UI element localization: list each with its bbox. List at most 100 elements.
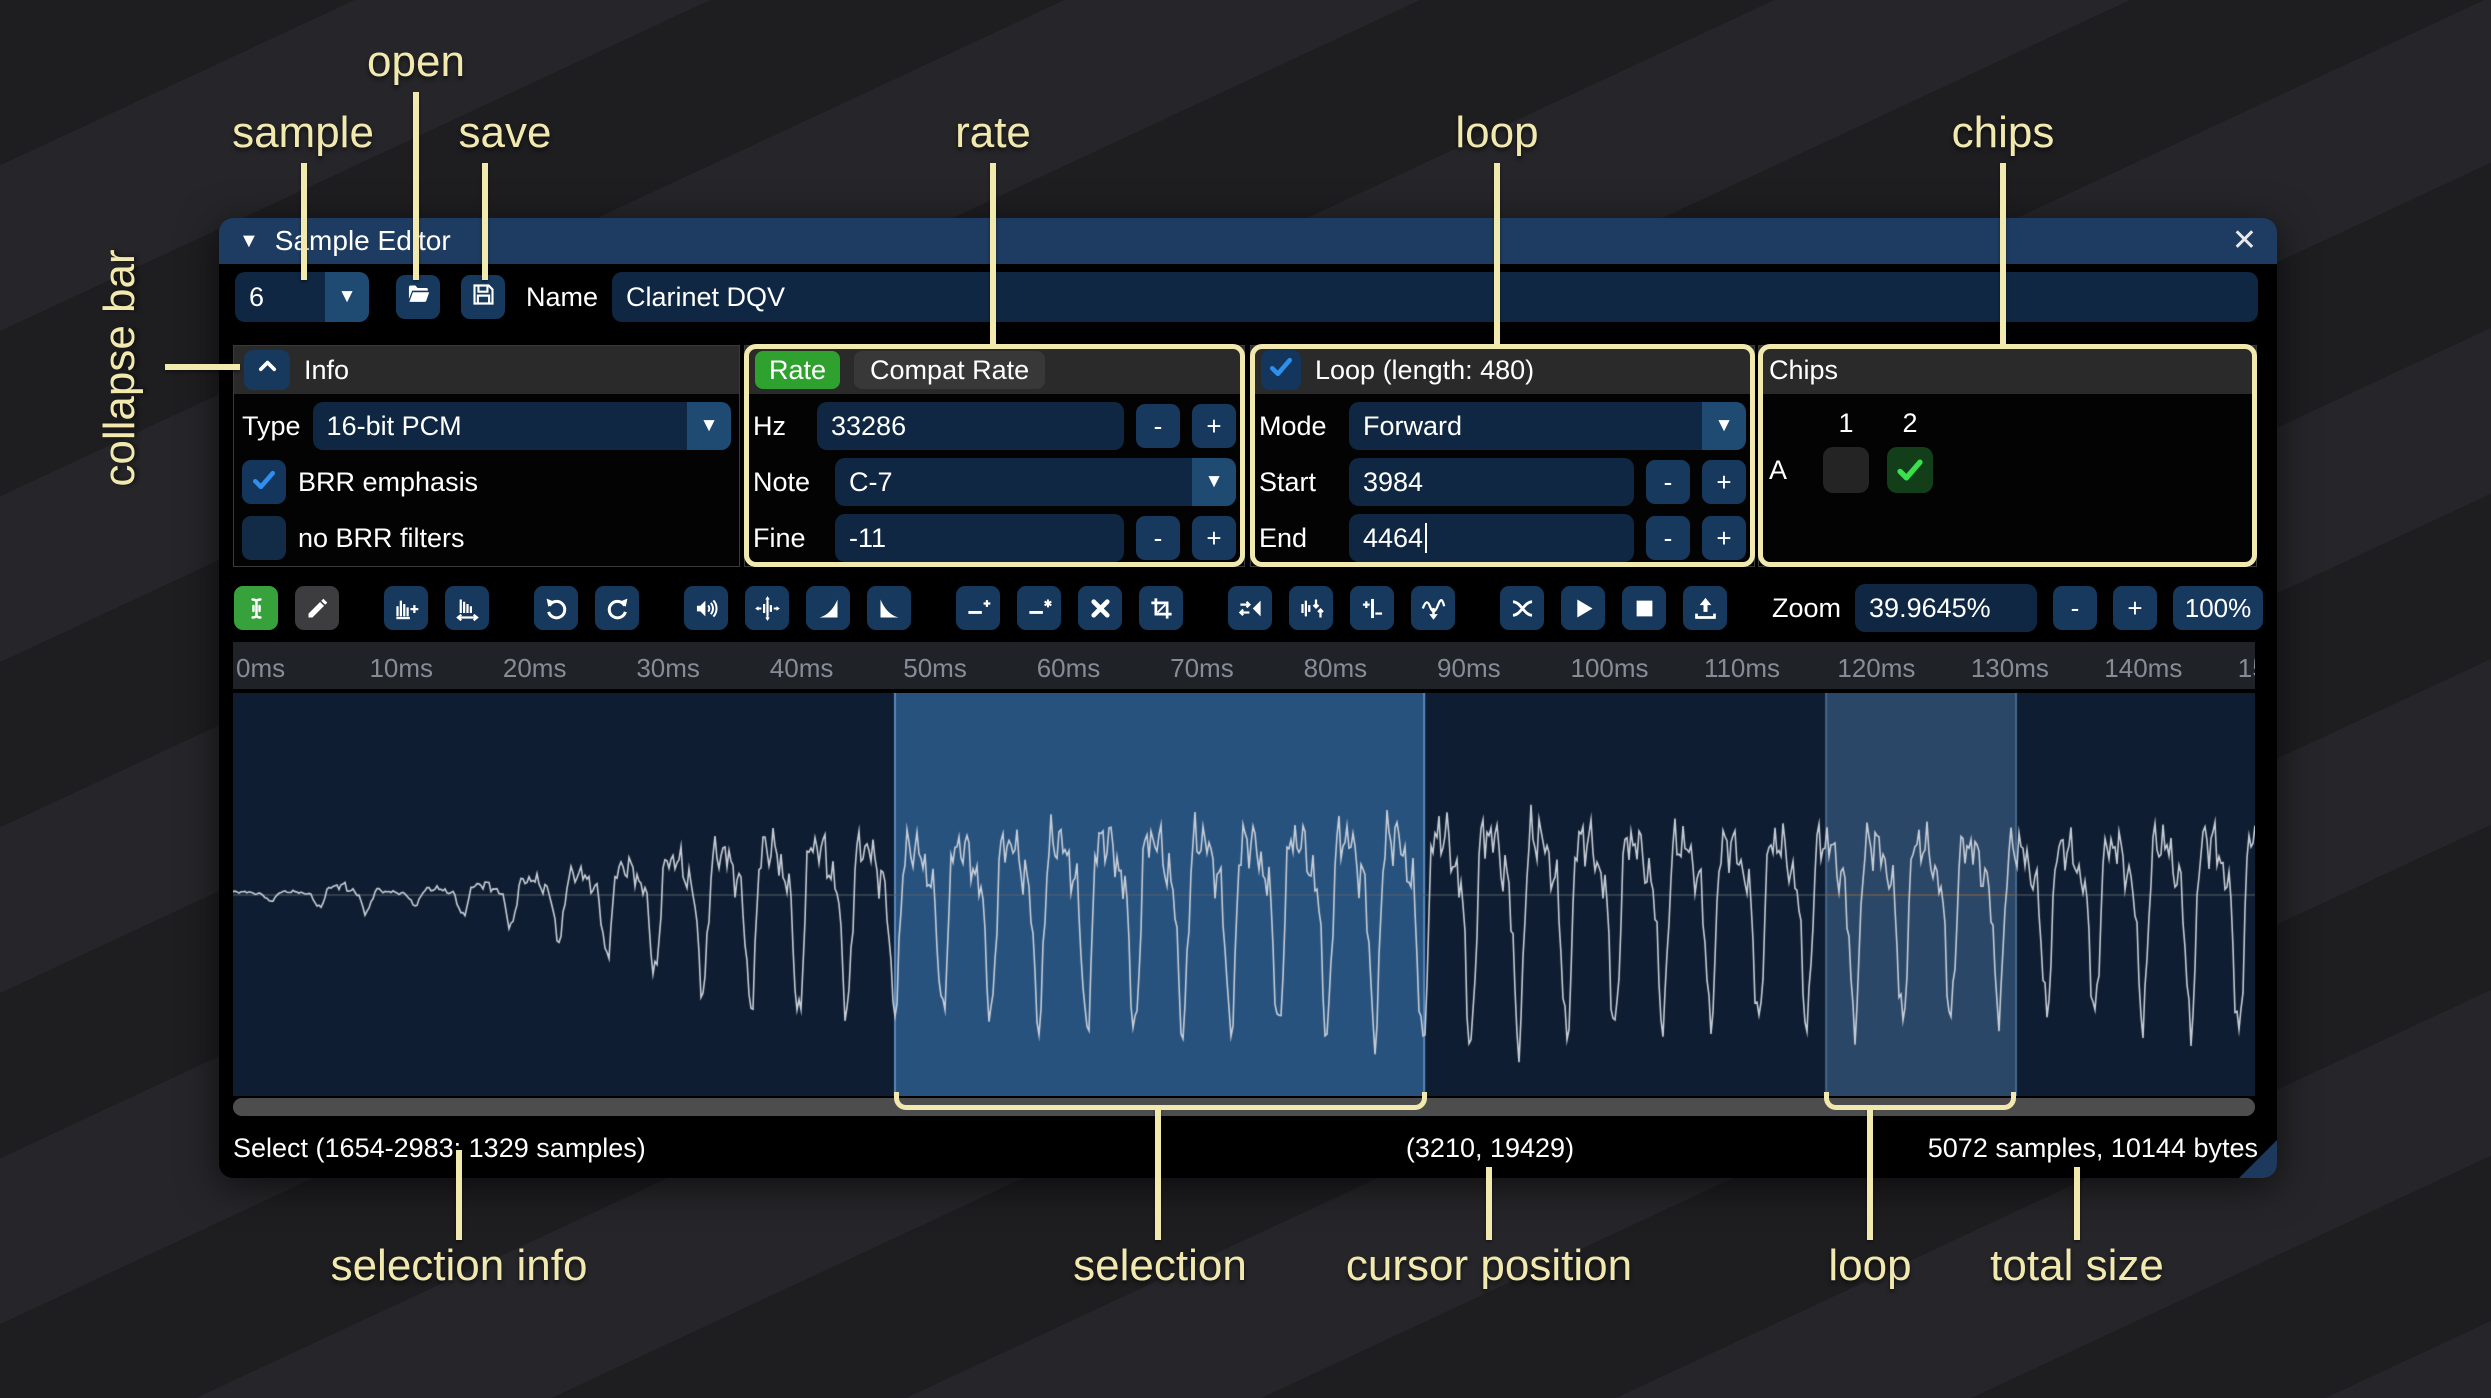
brr-emphasis-checkbox[interactable]: [242, 460, 286, 504]
redo-button[interactable]: [595, 586, 639, 630]
load-to-memory-button[interactable]: [1683, 586, 1727, 630]
annotation-chips: chips: [1951, 108, 2055, 157]
ruler-tick-label: 60ms: [1036, 653, 1101, 683]
hz-plus-button[interactable]: +: [1192, 404, 1236, 448]
ruler-tick-label: 100ms: [1570, 653, 1649, 683]
loop-start-minus-button[interactable]: -: [1646, 460, 1690, 504]
cursor-position-text: (3210, 19429): [1405, 1133, 1575, 1163]
reverse-button[interactable]: [1228, 586, 1272, 630]
no-brr-filters-checkbox[interactable]: [242, 516, 286, 560]
chip-column-label: 2: [1902, 408, 1918, 438]
annotation-line-selection-info: [456, 1150, 462, 1240]
compat-rate-selector[interactable]: Compat Rate: [854, 351, 1046, 389]
annotation-total-size: total size: [1990, 1241, 2164, 1290]
folder-open-icon: [405, 281, 432, 313]
delete-button[interactable]: [1078, 586, 1122, 630]
toolbar-group: [684, 586, 911, 630]
loop-end-input[interactable]: 4464: [1349, 514, 1634, 562]
loop-mode-dropdown[interactable]: Forward ▼: [1349, 402, 1746, 450]
filter-button[interactable]: [1411, 586, 1455, 630]
fine-minus-button[interactable]: -: [1136, 516, 1180, 560]
stop-button[interactable]: [1622, 586, 1666, 630]
note-dropdown[interactable]: C-7 ▼: [835, 458, 1236, 506]
undo-button[interactable]: [534, 586, 578, 630]
loop-start-value: 3984: [1363, 466, 1424, 497]
toolbar-group: [956, 586, 1183, 630]
mode-label: Mode: [1259, 410, 1327, 441]
toolbar: Zoom 39.9645% - + 100%: [234, 584, 2263, 632]
close-icon[interactable]: ✕: [2232, 226, 2257, 256]
annotation-line-open: [413, 92, 419, 280]
trim-icon: [1148, 595, 1175, 622]
hz-input[interactable]: 33286: [817, 402, 1124, 450]
loop-end-plus-button[interactable]: +: [1702, 516, 1746, 560]
insert-silence-button[interactable]: [956, 586, 1000, 630]
resample-button[interactable]: [445, 586, 489, 630]
crossfade-button[interactable]: [1500, 586, 1544, 630]
trim-button[interactable]: [1139, 586, 1183, 630]
scrollbar-thumb[interactable]: [233, 1098, 2255, 1116]
draw-button[interactable]: [295, 586, 339, 630]
ruler-tick-label: 0ms: [236, 653, 286, 683]
waveform-canvas[interactable]: [233, 693, 2255, 1096]
ruler-tick-label: 10ms: [369, 653, 434, 683]
ruler-tick-label: 130ms: [1970, 653, 2049, 683]
open-button[interactable]: [396, 275, 440, 319]
chip-checkbox[interactable]: [1823, 447, 1869, 493]
zoom-out-button[interactable]: -: [2053, 586, 2097, 630]
resize-button[interactable]: [384, 586, 428, 630]
annotation-line-rate: [990, 163, 996, 344]
check-icon: [1893, 453, 1927, 487]
resize-grip[interactable]: [2239, 1140, 2277, 1178]
type-value: 16-bit PCM: [326, 410, 462, 441]
type-dropdown[interactable]: 16-bit PCM ▼: [312, 402, 731, 450]
check-icon: [249, 465, 279, 500]
fade-out-button[interactable]: [867, 586, 911, 630]
status-bar: Select (1654-2983: 1329 samples) (3210, …: [219, 1121, 2277, 1175]
rate-badge[interactable]: Rate: [755, 351, 841, 389]
total-size-text: 5072 samples, 10144 bytes: [1927, 1133, 2258, 1163]
normalize-button[interactable]: [745, 586, 789, 630]
save-button[interactable]: [461, 275, 505, 319]
loop-end-minus-button[interactable]: -: [1646, 516, 1690, 560]
loop-header: Loop (length: 480): [1251, 346, 1754, 394]
info-collapse-button[interactable]: [244, 350, 290, 390]
annotation-loop-bottom: loop: [1828, 1241, 1912, 1290]
select-button[interactable]: [234, 586, 278, 630]
no-brr-filters-label: no BRR filters: [298, 522, 465, 553]
create-silence-button[interactable]: [1017, 586, 1061, 630]
chip-checkbox[interactable]: [1887, 447, 1933, 493]
name-input[interactable]: Clarinet DQV: [612, 272, 2258, 322]
ruler-tick-label: 40ms: [769, 653, 834, 683]
zoom-input[interactable]: 39.9645%: [1855, 584, 2037, 632]
loop-start-input[interactable]: 3984: [1349, 458, 1634, 506]
toolbar-group: [384, 586, 489, 630]
invert-button[interactable]: [1289, 586, 1333, 630]
fade-in-button[interactable]: [806, 586, 850, 630]
annotation-line-total-size: [2074, 1167, 2080, 1240]
insert-silence-icon: [965, 595, 992, 622]
crossfade-icon: [1509, 595, 1536, 622]
horizontal-scrollbar[interactable]: [233, 1098, 2255, 1116]
zoom-in-button[interactable]: +: [2113, 586, 2157, 630]
time-ruler[interactable]: 0ms 10ms 20ms 30ms 40ms 50ms 60ms 70ms 80ms 90ms 1…: [233, 642, 2255, 691]
annotation-save: save: [458, 108, 552, 157]
info-header: Info: [234, 346, 739, 394]
loop-checkbox[interactable]: [1261, 350, 1301, 390]
window-collapse-icon[interactable]: ▼: [239, 230, 259, 253]
zoom-label: Zoom: [1772, 592, 1842, 623]
chips-header: Chips: [1759, 346, 2256, 394]
loop-start-plus-button[interactable]: +: [1702, 460, 1746, 504]
fine-plus-button[interactable]: +: [1192, 516, 1236, 560]
fine-input[interactable]: -11: [835, 514, 1124, 562]
zoom-reset-button[interactable]: 100%: [2173, 586, 2263, 630]
hz-minus-button[interactable]: -: [1136, 404, 1180, 448]
info-panel: Info Type 16-bit PCM ▼ BRR emphasis no B…: [233, 345, 740, 567]
annotation-line-collapse-bar: [165, 364, 240, 370]
annotation-line-chips: [2000, 163, 2006, 344]
signed-unsigned-button[interactable]: [1350, 586, 1394, 630]
preview-button[interactable]: [1561, 586, 1605, 630]
toolbar-group: [1500, 586, 1727, 630]
amplify-button[interactable]: [684, 586, 728, 630]
fine-label: Fine: [753, 522, 806, 553]
